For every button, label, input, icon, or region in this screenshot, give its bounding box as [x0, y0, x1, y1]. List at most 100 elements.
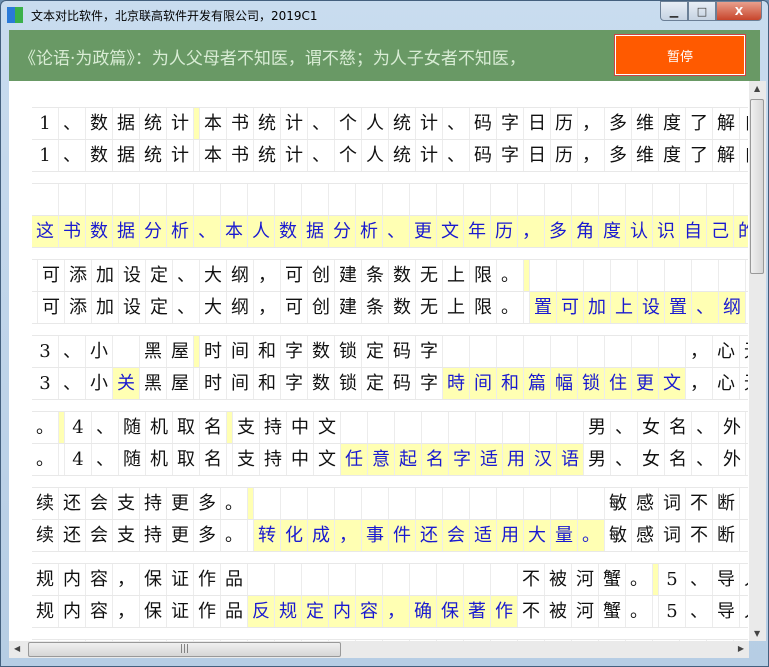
compare-block: 可添加设定、大纲，可创建条数无上限。可添加设定、大纲，可创建条数无上限。置可加上…: [32, 259, 748, 324]
char-cell: 数: [308, 336, 335, 367]
char-cell: 1: [32, 108, 59, 139]
char-cell: 感: [632, 488, 659, 519]
char-cell: 保: [140, 564, 167, 595]
char-cell: [524, 336, 551, 367]
char-cell: 人: [362, 140, 389, 171]
char-cell: 取: [173, 444, 200, 475]
char-cell: 可: [38, 260, 65, 291]
char-cell: 中: [287, 444, 314, 475]
pause-button[interactable]: 暂停: [615, 35, 745, 75]
char-cell: [140, 184, 167, 215]
char-cell: [665, 260, 692, 291]
char-cell: 字: [281, 368, 308, 399]
char-cell: 续: [32, 520, 59, 551]
char-cell: 屋: [167, 336, 194, 367]
char-cell: 可: [557, 292, 584, 323]
char-cell: 、: [686, 596, 713, 627]
char-cell: [86, 184, 113, 215]
char-cell: 日: [524, 108, 551, 139]
char-cell: 、: [59, 108, 86, 139]
char-cell: 。: [221, 520, 248, 551]
char-cell: 统: [140, 140, 167, 171]
char-cell: 、: [692, 292, 719, 323]
char-cell: 统: [140, 108, 167, 139]
char-cell: [221, 184, 248, 215]
original-text-row: 。 4、随机取名支持中文男、女名、外: [32, 412, 748, 444]
char-cell: 计: [167, 108, 194, 139]
char-cell: 这: [32, 216, 59, 247]
char-cell: [194, 184, 221, 215]
char-cell: 还: [416, 520, 443, 551]
char-cell: 。: [578, 520, 605, 551]
char-cell: [464, 184, 491, 215]
scroll-down-icon[interactable]: ▼: [754, 629, 760, 638]
char-cell: 统: [389, 140, 416, 171]
char-cell: 度: [599, 216, 626, 247]
char-cell: [557, 260, 584, 291]
char-cell: 和: [497, 368, 524, 399]
char-cell: [422, 412, 449, 443]
char-cell: 支: [113, 488, 140, 519]
char-cell: 不: [518, 596, 545, 627]
char-cell: 名: [200, 444, 227, 475]
char-cell: 心: [713, 336, 740, 367]
maximize-button[interactable]: □: [688, 1, 716, 21]
close-button[interactable]: X: [716, 1, 762, 21]
char-cell: [410, 184, 437, 215]
horizontal-scrollbar[interactable]: ◀ ||| ▶: [9, 641, 749, 658]
char-cell: 敏: [605, 488, 632, 519]
vertical-scroll-thumb[interactable]: [750, 99, 764, 274]
char-cell: 屋: [167, 368, 194, 399]
char-cell: 字: [416, 336, 443, 367]
char-cell: [368, 412, 395, 443]
char-cell: 历: [551, 108, 578, 139]
char-cell: 人: [248, 216, 275, 247]
char-cell: [32, 184, 59, 215]
char-cell: [680, 184, 707, 215]
char-cell: [356, 564, 383, 595]
char-cell: [530, 412, 557, 443]
char-cell: 条: [362, 260, 389, 291]
char-cell: 1: [32, 140, 59, 171]
char-cell: [449, 412, 476, 443]
char-cell: 女: [638, 412, 665, 443]
char-cell: ，: [113, 564, 140, 595]
char-cell: 计: [416, 140, 443, 171]
vertical-scrollbar[interactable]: ▲ ▼: [749, 81, 766, 641]
char-cell: 、: [383, 216, 410, 247]
scroll-right-icon[interactable]: ▶: [738, 644, 744, 653]
char-cell: 用: [497, 520, 524, 551]
char-cell: 被: [545, 596, 572, 627]
scroll-up-icon[interactable]: ▲: [754, 84, 760, 93]
char-cell: [389, 488, 416, 519]
char-cell: [524, 488, 551, 519]
char-cell: 成: [308, 520, 335, 551]
char-cell: 定: [302, 596, 329, 627]
char-cell: 历: [491, 216, 518, 247]
horizontal-scroll-thumb[interactable]: |||: [28, 642, 341, 657]
scroll-left-icon[interactable]: ◀: [14, 644, 20, 653]
char-cell: 锁: [335, 368, 362, 399]
char-cell: [302, 184, 329, 215]
char-cell: 小: [86, 336, 113, 367]
char-cell: 被: [545, 564, 572, 595]
minimize-button[interactable]: ▁: [660, 1, 688, 21]
app-window: 文本对比软件，北京联高软件开发有限公司，2019C1 ▁ □ X 《论语·为政篇…: [0, 0, 769, 667]
char-cell: 年: [464, 216, 491, 247]
char-cell: 限: [470, 292, 497, 323]
char-cell: 度: [659, 140, 686, 171]
char-cell: 。: [497, 292, 524, 323]
char-cell: 中: [287, 412, 314, 443]
char-cell: 证: [167, 596, 194, 627]
char-cell: 大: [200, 292, 227, 323]
char-cell: 本: [200, 140, 227, 171]
char-cell: 还: [59, 488, 86, 519]
char-cell: 上: [443, 292, 470, 323]
char-cell: [638, 260, 665, 291]
char-cell: [746, 292, 748, 323]
char-cell: [707, 184, 734, 215]
char-cell: [464, 564, 491, 595]
char-cell: 添: [65, 292, 92, 323]
revised-text-row: 规内容，保证作品反规定内容，确保著作不被河蟹。5、导入: [32, 596, 748, 628]
char-cell: 统: [254, 140, 281, 171]
